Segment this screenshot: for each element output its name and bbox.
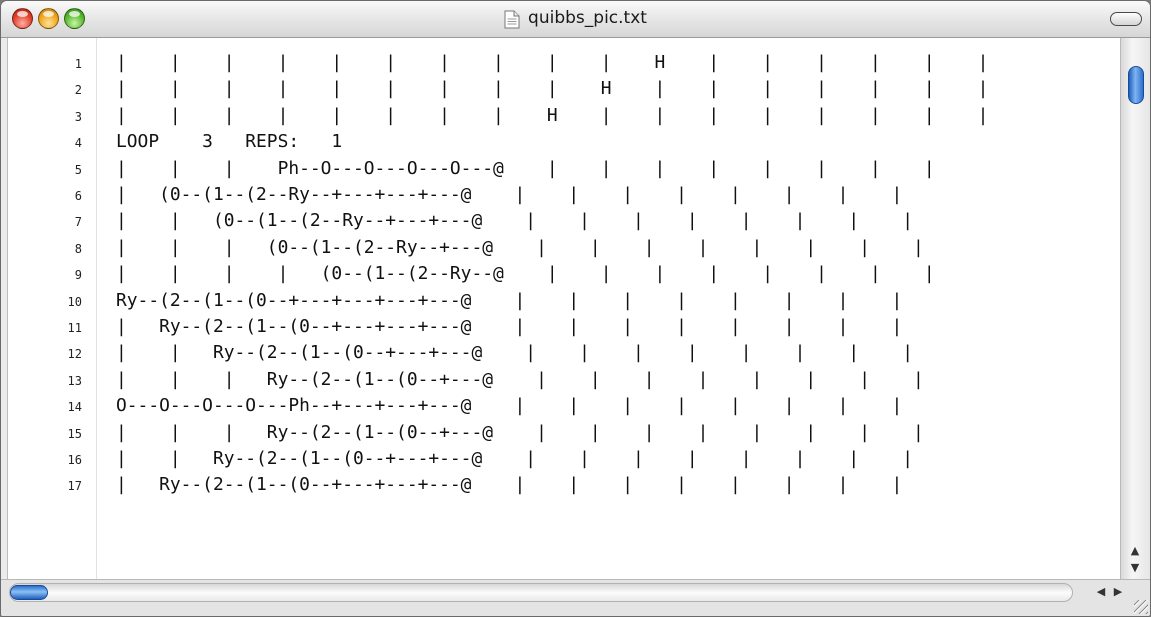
line-number: 5 bbox=[74, 162, 82, 177]
line-text: | | | | | | | | | | H | | | | | | bbox=[116, 52, 989, 73]
line-text: | (0--(1--(2--Ry--+---+---+---@ | | | | … bbox=[116, 184, 903, 205]
line-number: 7 bbox=[74, 215, 82, 230]
horizontal-scroll-track[interactable] bbox=[9, 583, 1073, 602]
text-line[interactable]: 5 | | | Ph--O---O---O---O---@ | | | | | |… bbox=[8, 157, 1121, 183]
line-number: 4 bbox=[74, 136, 82, 151]
text-line[interactable]: 17 | Ry--(2--(1--(0--+---+---+---@ | | | … bbox=[8, 473, 1121, 499]
line-text: | | | Ry--(2--(1--(0--+---@ | | | | | | … bbox=[116, 368, 924, 390]
text-line[interactable]: 2 | | | | | | | | | H | | | | | | | bbox=[8, 77, 1121, 103]
line-text: | | Ry--(2--(1--(0--+---+---@ | | | | | … bbox=[116, 448, 914, 469]
line-number: 15 bbox=[67, 426, 82, 441]
vertical-scroll-thumb[interactable] bbox=[1128, 66, 1144, 104]
text-line[interactable]: 4 LOOP 3 REPS: 1 bbox=[8, 130, 1121, 156]
line-number: 12 bbox=[67, 347, 82, 362]
line-text: | | | Ry--(2--(1--(0--+---@ | | | | | | … bbox=[116, 421, 924, 443]
line-text: O---O---O---O---Ph--+---+---+---@ | | | … bbox=[116, 395, 903, 417]
line-number: 10 bbox=[67, 294, 82, 309]
horizontal-scroll-thumb[interactable] bbox=[10, 585, 48, 600]
resize-grip-icon[interactable] bbox=[1134, 600, 1148, 614]
text-line[interactable]: 3 | | | | | | | | H | | | | | | | | bbox=[8, 104, 1121, 130]
line-text: | | | | | | | | H | | | | | | | | bbox=[116, 104, 989, 126]
line-text: | | Ry--(2--(1--(0--+---+---@ | | | | | … bbox=[116, 342, 914, 364]
text-line[interactable]: 14 O---O---O---O---Ph--+---+---+---@ | | … bbox=[8, 394, 1121, 420]
line-number: 13 bbox=[67, 373, 82, 388]
text-line[interactable]: 13 | | | Ry--(2--(1--(0--+---@ | | | | | … bbox=[8, 368, 1121, 394]
text-line[interactable]: 9 | | | | (0--(1--(2--Ry--@ | | | | | | |… bbox=[8, 262, 1121, 288]
text-line[interactable]: 7 | | (0--(1--(2--Ry--+---+---@ | | | | |… bbox=[8, 209, 1121, 235]
line-number: 1 bbox=[74, 57, 82, 71]
line-number: 2 bbox=[74, 83, 82, 98]
line-text: | Ry--(2--(1--(0--+---+---+---@ | | | | … bbox=[116, 316, 903, 337]
vertical-scrollbar[interactable]: ▲ ▼ bbox=[1120, 38, 1150, 580]
line-number: 14 bbox=[67, 400, 82, 415]
line-number: 9 bbox=[74, 268, 82, 283]
text-line[interactable]: 15 | | | Ry--(2--(1--(0--+---@ | | | | | … bbox=[8, 421, 1121, 447]
editor-window: quibbs_pic.txt 1 | | | | | | | | | | H | … bbox=[0, 0, 1151, 617]
toolbar-toggle-button[interactable] bbox=[1110, 12, 1142, 26]
scroll-right-arrow-icon[interactable]: ▶ bbox=[1111, 585, 1125, 599]
text-editor-area[interactable]: 1 | | | | | | | | | | H | | | | | | 2 | | |… bbox=[7, 38, 1121, 580]
text-line[interactable]: 11 | Ry--(2--(1--(0--+---+---+---@ | | | … bbox=[8, 315, 1121, 341]
line-text: | | (0--(1--(2--Ry--+---+---@ | | | | | … bbox=[116, 210, 914, 232]
horizontal-scrollbar[interactable]: ◀ ▶ bbox=[1, 579, 1150, 616]
scroll-left-arrow-icon[interactable]: ◀ bbox=[1094, 585, 1108, 599]
scroll-down-arrow-icon[interactable]: ▼ bbox=[1128, 561, 1142, 575]
text-line[interactable]: 12 | | Ry--(2--(1--(0--+---+---@ | | | | … bbox=[8, 341, 1121, 367]
window-title: quibbs_pic.txt bbox=[528, 8, 647, 28]
line-text: | | | | (0--(1--(2--Ry--@ | | | | | | | … bbox=[116, 263, 935, 285]
line-number: 11 bbox=[67, 321, 82, 335]
text-line[interactable]: 16 | | Ry--(2--(1--(0--+---+---@ | | | | … bbox=[8, 447, 1121, 473]
line-number: 8 bbox=[74, 241, 82, 256]
line-number: 17 bbox=[67, 479, 82, 494]
title-bar[interactable]: quibbs_pic.txt bbox=[1, 1, 1150, 38]
text-line[interactable]: 8 | | | (0--(1--(2--Ry--+---@ | | | | | |… bbox=[8, 236, 1121, 262]
text-line[interactable]: 1 | | | | | | | | | | H | | | | | | bbox=[8, 51, 1121, 77]
line-text: | | | (0--(1--(2--Ry--+---@ | | | | | | … bbox=[116, 236, 924, 258]
line-number: 6 bbox=[74, 189, 82, 203]
text-document-icon[interactable] bbox=[504, 10, 520, 29]
line-text: | | | Ph--O---O---O---O---@ | | | | | | … bbox=[116, 157, 935, 179]
line-text: | | | | | | | | | H | | | | | | | bbox=[116, 78, 989, 100]
scroll-up-arrow-icon[interactable]: ▲ bbox=[1128, 544, 1142, 558]
text-line[interactable]: 10 Ry--(2--(1--(0--+---+---+---+---@ | | … bbox=[8, 289, 1121, 315]
line-number: 16 bbox=[67, 453, 82, 467]
window-title-group: quibbs_pic.txt bbox=[1, 8, 1150, 30]
line-text: Ry--(2--(1--(0--+---+---+---+---@ | | | … bbox=[116, 289, 903, 311]
line-number: 3 bbox=[74, 109, 82, 124]
text-line[interactable]: 6 | (0--(1--(2--Ry--+---+---+---@ | | | |… bbox=[8, 183, 1121, 209]
line-text: | Ry--(2--(1--(0--+---+---+---@ | | | | … bbox=[116, 474, 903, 496]
line-text: LOOP 3 REPS: 1 bbox=[116, 131, 343, 153]
